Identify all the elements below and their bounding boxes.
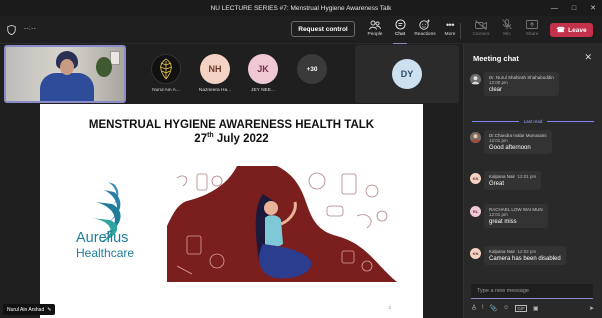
send-icon[interactable]: ➤	[589, 305, 594, 312]
chat-time: 12:00 pm	[489, 80, 508, 85]
reactions-label: Reactions	[414, 32, 436, 37]
participant-tile-dy[interactable]: DY	[355, 45, 459, 103]
more-label: More	[444, 32, 456, 37]
minimize-icon[interactable]: —	[551, 5, 558, 12]
people-button[interactable]: People	[362, 19, 388, 43]
avatar	[470, 74, 481, 85]
phone-hangup-icon: ☎	[556, 27, 566, 34]
leaf-avatar-image	[159, 58, 173, 80]
slide-date: 27th July 2022	[194, 132, 269, 145]
people-label: People	[367, 32, 383, 37]
logo-wordmark: Aurelius	[76, 230, 129, 246]
emoji-icon[interactable]: ☺	[503, 305, 509, 311]
avatar: KN	[470, 173, 481, 184]
close-icon[interactable]: ✕	[584, 52, 592, 63]
plant	[96, 57, 112, 77]
sticker-icon[interactable]: ▣	[533, 305, 539, 312]
window-titlebar: NU LECTURE SERIES #7: Menstrual Hygiene …	[0, 0, 602, 16]
person-face	[60, 59, 74, 75]
participant-avatar-jk[interactable]: JK	[248, 54, 278, 84]
speaker-video-tile[interactable]	[4, 45, 126, 103]
chat-header: Meeting chat	[473, 54, 519, 63]
chat-label: Chat	[394, 32, 406, 37]
window-title: NU LECTURE SERIES #7: Menstrual Hygiene …	[210, 4, 392, 12]
participant-name: JEY NEE...	[251, 88, 275, 93]
leave-button[interactable]: ☎ Leave	[550, 23, 593, 37]
more-icon: •••	[446, 19, 454, 30]
avatar	[470, 132, 481, 143]
avatar: KN	[470, 248, 481, 259]
slide-title: MENSTRUAL HYGIENE AWARENESS HEALTH TALK	[88, 119, 375, 131]
window-controls: — □ ✕	[551, 0, 596, 16]
gif-icon[interactable]: GIF	[515, 304, 527, 312]
chat-time: 12:01 pm	[517, 174, 537, 179]
share-icon	[526, 19, 538, 30]
chat-text: Camera has been disabled	[489, 256, 561, 262]
chat-sender: Kalpana Nair	[489, 174, 516, 179]
people-icon	[369, 19, 381, 30]
logo-subtitle: Healthcare	[76, 246, 135, 260]
maximize-icon[interactable]: □	[572, 5, 576, 12]
chat-text: Great	[489, 181, 505, 187]
close-window-icon[interactable]: ✕	[590, 4, 596, 12]
meeting-timer: --:--	[24, 26, 37, 32]
slide-illustration	[167, 166, 397, 282]
presentation-slide: MENSTRUAL HYGIENE AWARENESS HEALTH TALK …	[40, 104, 423, 318]
compose-toolbar: A̲ ! 📎 ☺ GIF ▣ ➤	[472, 303, 594, 313]
mic-off-icon	[501, 19, 513, 30]
more-participants-button[interactable]: +30	[297, 54, 327, 84]
chat-time: 12:01 pm	[489, 138, 508, 143]
toolbar-divider	[460, 23, 461, 39]
camera-off-icon	[475, 19, 487, 30]
reactions-button[interactable]: Reactions	[412, 19, 438, 43]
reactions-icon	[419, 19, 431, 30]
meeting-toolbar: --:-- Request control People Chat Reacti…	[0, 16, 602, 44]
format-icon[interactable]: A̲	[472, 305, 476, 311]
speaker-name: Nurul Ain Arshad	[7, 306, 45, 313]
person-body	[40, 73, 94, 101]
chat-text: great miss	[489, 219, 517, 225]
chat-sender: Kalpana Nair	[489, 249, 516, 254]
chat-compose-input[interactable]: Type a new message	[471, 284, 593, 299]
participant-name: Nazneera Ha...	[198, 88, 232, 93]
chat-button[interactable]: Chat	[387, 19, 413, 44]
chat-time: 12:02 pm	[517, 249, 537, 254]
meeting-chat-panel: Meeting chat ✕ Dr. Nurul Shahirah Shahab…	[463, 44, 602, 318]
participant-avatar-nh[interactable]: NH	[200, 54, 230, 84]
chat-icon	[394, 19, 406, 30]
chat-text: clear	[489, 87, 503, 93]
participant-avatar-dy: DY	[392, 59, 422, 89]
priority-icon[interactable]: !	[482, 305, 484, 311]
leave-label: Leave	[568, 26, 587, 34]
mic-label: Mic	[503, 32, 511, 37]
presenting-icon: ✎	[47, 306, 52, 313]
speaker-name-tag: Nurul Ain Arshad ✎	[3, 304, 56, 315]
chat-time: 12:01 pm	[489, 212, 508, 217]
attach-icon[interactable]: 📎	[490, 305, 497, 312]
camera-label: Camera	[472, 32, 490, 37]
slide-page-number: 2	[388, 305, 391, 310]
shared-content-stage: MENSTRUAL HYGIENE AWARENESS HEALTH TALK …	[0, 104, 462, 318]
mic-button[interactable]: Mic	[494, 19, 520, 43]
last-read-divider: Last read	[472, 117, 595, 125]
share-button[interactable]: Share	[519, 19, 545, 43]
avatar: RL	[470, 206, 481, 217]
share-label: Share	[525, 32, 539, 37]
camera-button[interactable]: Camera	[468, 19, 494, 43]
request-control-button[interactable]: Request control	[291, 21, 355, 37]
participant-avatar-photo[interactable]	[151, 54, 181, 84]
shield-icon	[7, 25, 16, 35]
participant-name: Nurul Ain A...	[152, 88, 180, 93]
chat-text: Good afternoon	[489, 145, 531, 151]
